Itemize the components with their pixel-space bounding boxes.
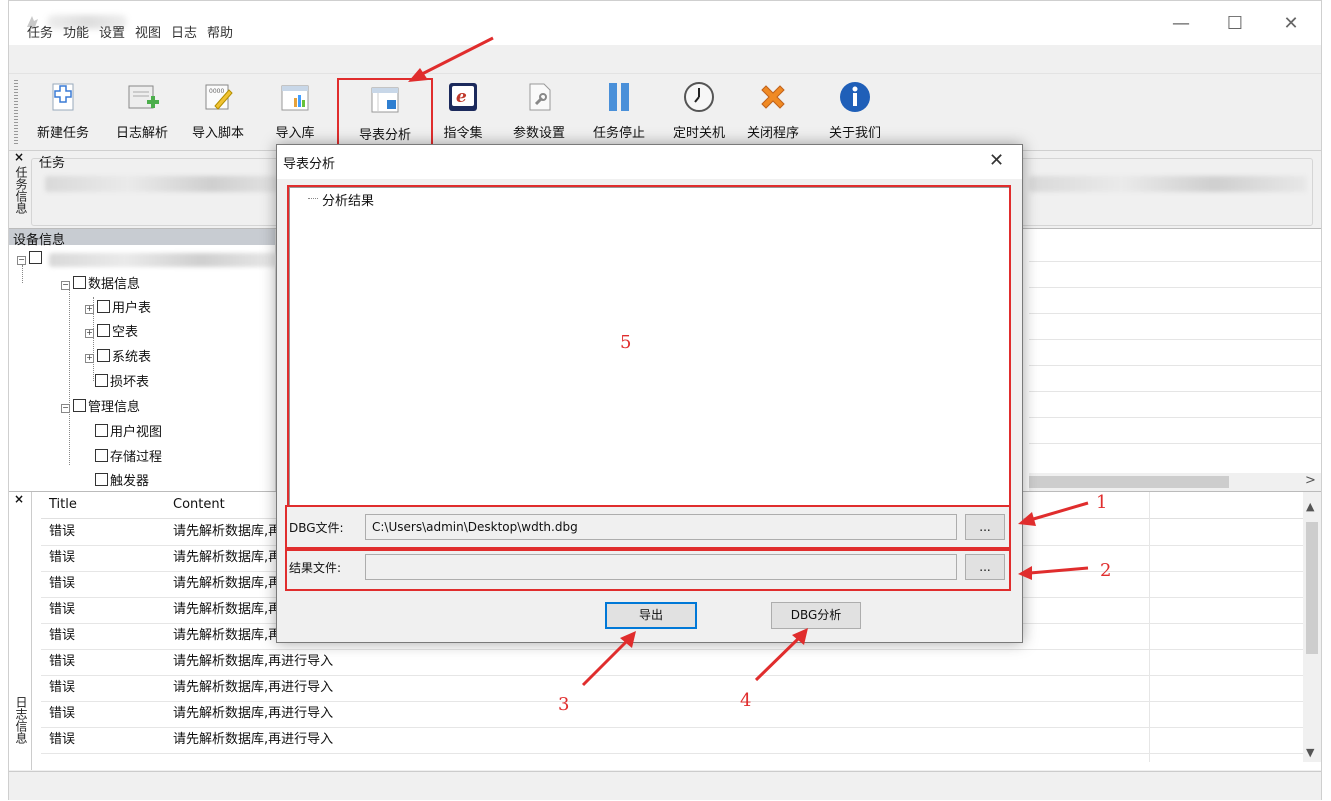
arrow-toolbar [408,36,494,82]
annotation-number-3: 3 [558,694,570,715]
annotation-number-5: 5 [620,332,632,353]
arrow-2 [1018,566,1089,580]
arrow-3 [581,631,636,687]
annotation-overlay [408,36,1089,687]
arrow-4 [754,628,808,682]
annotation-number-1: 1 [1096,492,1108,513]
arrow-1 [1018,501,1089,526]
annotation-number-4: 4 [740,690,752,711]
annotation-number-2: 2 [1100,560,1112,581]
